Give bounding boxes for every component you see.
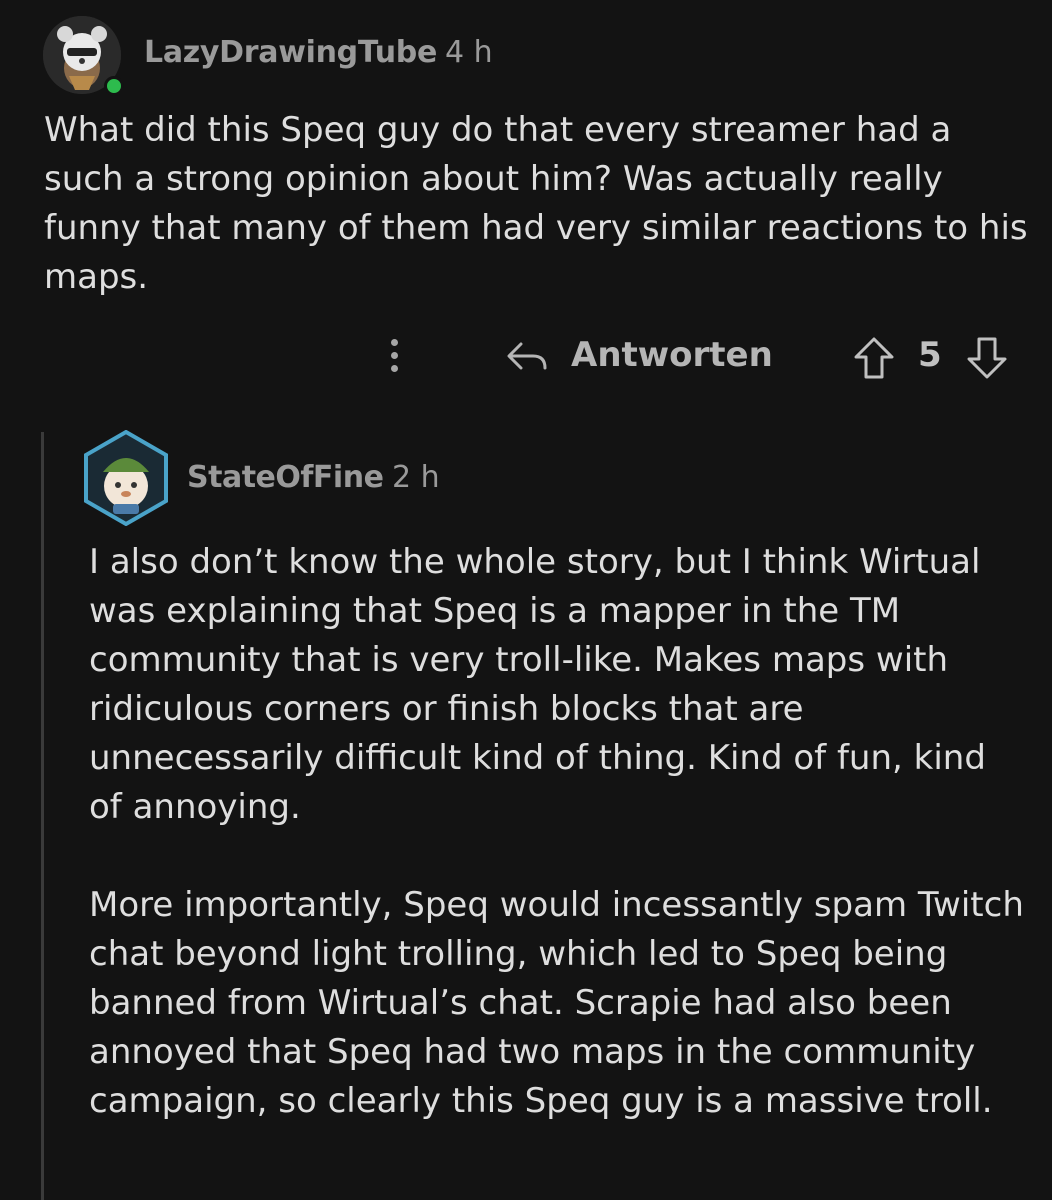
more-vertical-icon[interactable]	[384, 336, 404, 380]
thread-line[interactable]	[41, 432, 44, 1200]
arrow-up-icon[interactable]	[853, 336, 895, 380]
comment-body: What did this Speq guy do that every str…	[44, 110, 1028, 297]
online-status-indicator	[104, 76, 124, 96]
comment-timestamp: 4 h	[445, 35, 493, 70]
arrow-down-icon[interactable]	[966, 336, 1008, 380]
reply-author[interactable]: StateOfFine	[187, 460, 384, 495]
reply-author-avatar[interactable]	[83, 430, 169, 526]
reply-paragraph: More importantly, Speq would incessantly…	[89, 885, 1024, 1121]
reply-arrow-icon[interactable]	[505, 338, 549, 378]
reply-body: I also don’t know the whole story, but I…	[89, 538, 1029, 1175]
reply-paragraph: I also don’t know the whole story, but I…	[89, 542, 986, 827]
reply-button[interactable]: Antworten	[571, 335, 773, 375]
comment-action-bar: Antworten 5	[0, 330, 1052, 386]
vote-score: 5	[918, 335, 942, 375]
comment: LazyDrawingTube 4 h What did this Speq g…	[0, 0, 1052, 400]
reply-timestamp: 2 h	[392, 460, 440, 495]
comment-author[interactable]: LazyDrawingTube	[144, 35, 437, 70]
